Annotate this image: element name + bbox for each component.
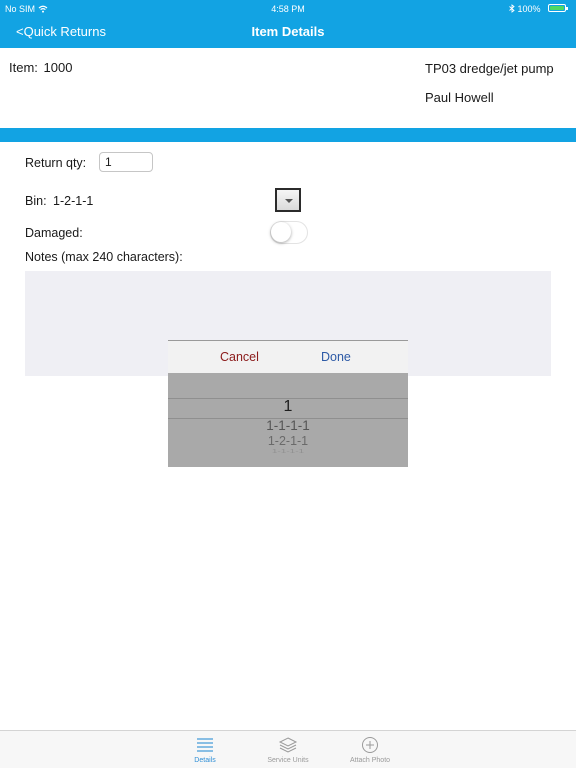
tab-attach-photo[interactable]: Attach Photo bbox=[330, 731, 410, 769]
battery-percent: 100% bbox=[517, 4, 541, 14]
picker-cancel-button[interactable]: Cancel bbox=[220, 350, 259, 364]
chevron-down-icon bbox=[285, 199, 293, 203]
picker-option[interactable]: 1-1-1-1 bbox=[168, 418, 408, 433]
item-number: 1000 bbox=[43, 60, 73, 75]
toggle-knob bbox=[271, 222, 291, 242]
notes-label: Notes (max 240 characters): bbox=[25, 250, 183, 264]
item-description: TP03 dredge/jet pump bbox=[425, 61, 554, 76]
bin-label: Bin: bbox=[25, 194, 47, 208]
picker-option[interactable]: 1-1-1-1 bbox=[168, 449, 408, 455]
battery-icon bbox=[548, 4, 568, 12]
tab-service-units[interactable]: Service Units bbox=[248, 731, 328, 769]
tab-label: Attach Photo bbox=[349, 757, 391, 764]
damaged-toggle[interactable] bbox=[270, 221, 308, 244]
item-number-row: Item: 1000 bbox=[9, 60, 72, 75]
layers-icon bbox=[278, 737, 298, 753]
status-right: 100% bbox=[509, 4, 541, 14]
bin-row: Bin: 1-2-1-1 bbox=[25, 194, 93, 208]
bin-dropdown-button[interactable] bbox=[275, 188, 301, 212]
tab-bar: Details Service Units Attach Photo bbox=[0, 730, 576, 768]
back-button[interactable]: <Quick Returns bbox=[16, 24, 106, 39]
return-qty-label: Return qty: bbox=[25, 156, 87, 170]
picker-selected-option[interactable]: 1 bbox=[168, 398, 408, 416]
bin-value: 1-2-1-1 bbox=[53, 194, 94, 208]
picker-done-button[interactable]: Done bbox=[321, 350, 351, 364]
picker-option[interactable]: 1-2-1-1 bbox=[168, 434, 408, 448]
tab-details[interactable]: Details bbox=[165, 731, 245, 769]
damaged-label: Damaged: bbox=[25, 226, 83, 240]
list-icon bbox=[197, 738, 213, 752]
return-qty-input[interactable] bbox=[99, 152, 153, 172]
item-label: Item: bbox=[9, 60, 38, 75]
bin-picker-wheel[interactable]: 1 1-1-1-1 1-2-1-1 1-1-1-1 bbox=[168, 373, 408, 467]
picker-toolbar: Cancel Done bbox=[168, 340, 408, 373]
bluetooth-icon bbox=[509, 4, 515, 13]
plus-circle-icon bbox=[362, 737, 378, 753]
tab-label: Details bbox=[194, 757, 216, 764]
tab-label: Service Units bbox=[267, 757, 309, 764]
section-divider bbox=[0, 128, 576, 142]
item-person: Paul Howell bbox=[425, 90, 494, 105]
status-time: 4:58 PM bbox=[271, 4, 305, 14]
